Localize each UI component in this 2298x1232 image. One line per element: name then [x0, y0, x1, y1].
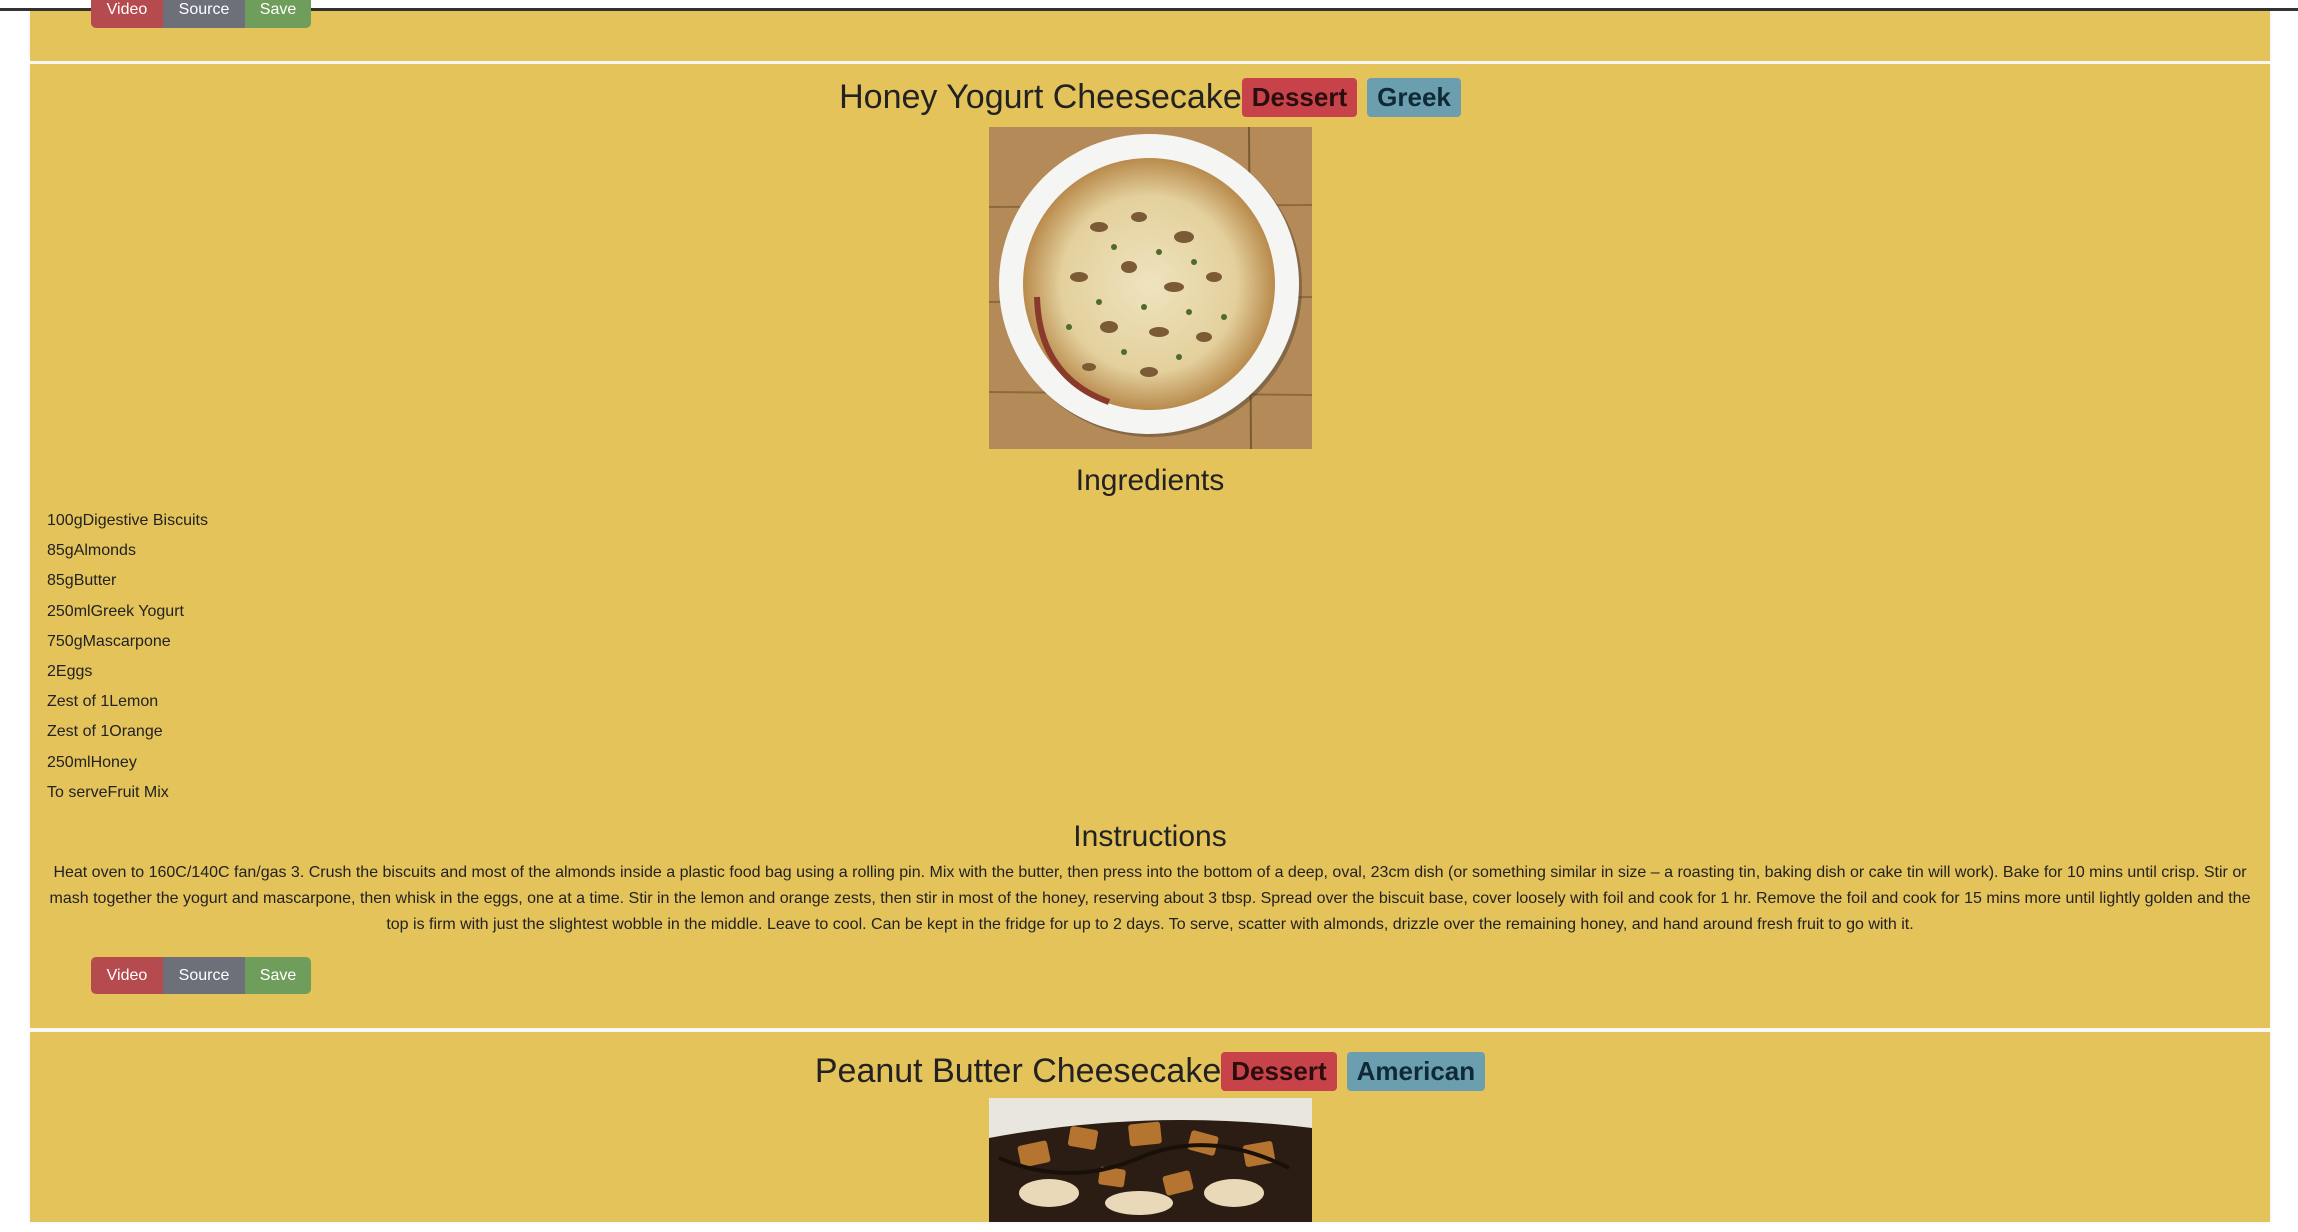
- ingredient-item: 100gDigestive Biscuits: [47, 512, 208, 529]
- ingredient-item: 250mlGreek Yogurt: [47, 602, 184, 620]
- ingredient-item: To serveFruit Mix: [47, 783, 169, 801]
- recipe-header: Honey Yogurt Cheesecake Dessert Greek: [30, 78, 2270, 117]
- recipe-card: Honey Yogurt Cheesecake Dessert Greek In…: [30, 64, 2270, 1028]
- recipe-title: Peanut Butter Cheesecake: [814, 1052, 1222, 1090]
- video-button[interactable]: Video: [91, 957, 163, 994]
- instructions-text: Heat oven to 160C/140C fan/gas 3. Crush …: [49, 864, 2251, 933]
- button-group: Video Source Save: [91, 957, 311, 994]
- category-badge: Dessert: [1241, 78, 1358, 117]
- ingredient-item: 85gButter: [47, 572, 117, 590]
- save-button[interactable]: Save: [245, 957, 311, 994]
- recipe-image: [989, 1098, 1312, 1222]
- save-button[interactable]: Save: [245, 0, 311, 28]
- ingredient-item: 750gMascarpone: [47, 632, 171, 650]
- area-badge: American: [1346, 1052, 1486, 1091]
- recipe-card-previous: Video Source Save: [30, 0, 2270, 61]
- ingredient-item: Zest of 1Orange: [47, 723, 163, 741]
- ingredient-item: Zest of 1Lemon: [47, 693, 159, 711]
- ingredients-heading: Ingredients: [1075, 464, 1225, 497]
- button-group: Video Source Save: [91, 0, 311, 28]
- ingredient-item: 2Eggs: [47, 662, 93, 680]
- recipe-card-next: Peanut Butter Cheesecake Dessert America…: [30, 1032, 2270, 1222]
- ingredients-list: 100gDigestive Biscuits 85gAlmonds 85gBut…: [47, 506, 208, 808]
- ingredient-item: 250mlHoney: [47, 753, 137, 771]
- area-badge: Greek: [1367, 78, 1461, 117]
- instructions-heading: Instructions: [1073, 820, 1227, 853]
- source-button[interactable]: Source: [163, 957, 245, 994]
- ingredient-item: 85gAlmonds: [47, 542, 136, 560]
- video-button[interactable]: Video: [91, 0, 163, 28]
- recipe-title: Honey Yogurt Cheesecake: [839, 78, 1242, 116]
- recipe-image: [989, 127, 1312, 449]
- peanut-cheesecake-photo: [989, 1098, 1312, 1222]
- cheesecake-photo: [989, 127, 1312, 449]
- source-button[interactable]: Source: [163, 0, 245, 28]
- recipe-header: Peanut Butter Cheesecake Dessert America…: [30, 1052, 2270, 1091]
- category-badge: Dessert: [1221, 1052, 1337, 1091]
